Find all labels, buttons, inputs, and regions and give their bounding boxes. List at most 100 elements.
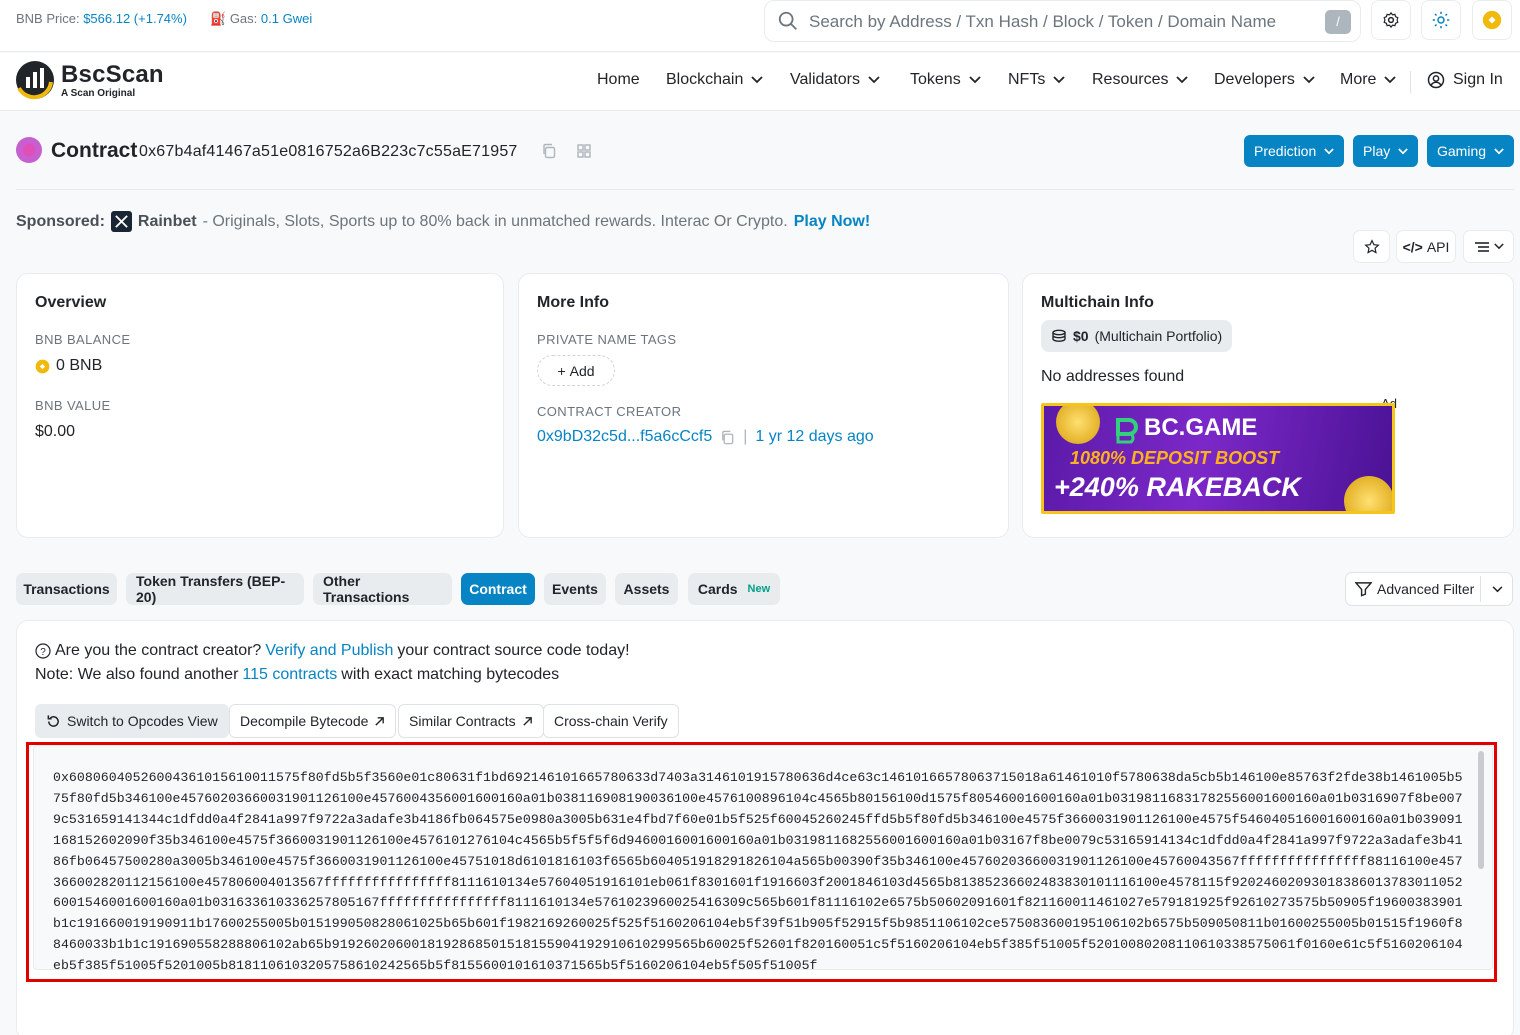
add-name-tag-button[interactable]: + Add <box>537 355 615 386</box>
multichain-portfolio-button[interactable]: $0 (Multichain Portfolio) <box>1041 320 1233 352</box>
play-button[interactable]: Play <box>1353 135 1419 167</box>
play-label: Play <box>1363 143 1391 159</box>
external-link-icon <box>375 716 385 726</box>
sponsored-banner: Sponsored: Rainbet - Originals, Slots, S… <box>16 211 870 232</box>
bscscan-logo-icon <box>16 61 54 100</box>
gas-pump-icon: ⛽ <box>210 11 227 26</box>
note-text: Note: We also found another <box>35 666 239 683</box>
bnb-value: $0.00 <box>35 423 76 440</box>
more-info-title: More Info <box>537 294 609 311</box>
bc-game-logo-icon <box>1116 418 1138 444</box>
verify-message: ? Are you the contract creator? Verify a… <box>35 642 630 660</box>
switch-to-opcodes-button[interactable]: Switch to Opcodes View <box>35 704 229 738</box>
verify-and-publish-link[interactable]: Verify and Publish <box>265 642 393 660</box>
nav-nfts[interactable]: NFTs <box>1008 71 1065 89</box>
gas-value[interactable]: 0.1 Gwei <box>261 11 312 26</box>
copy-icon[interactable] <box>720 430 735 445</box>
overview-title: Overview <box>35 294 107 311</box>
ad-line-1: 1080% DEPOSIT BOOST <box>1070 448 1280 468</box>
rainbet-logo-icon <box>110 211 132 232</box>
tab-assets[interactable]: Assets <box>615 573 678 605</box>
more-options-button[interactable] <box>1463 230 1514 263</box>
star-icon <box>1363 238 1380 254</box>
gaming-label: Gaming <box>1437 143 1487 159</box>
nav-home[interactable]: Home <box>597 71 640 89</box>
tab-contract[interactable]: Contract <box>461 573 535 605</box>
matching-contracts-link[interactable]: 115 contracts <box>242 666 337 684</box>
cross-chain-verify-button[interactable]: Cross-chain Verify <box>543 704 679 738</box>
chevron-down-icon[interactable] <box>1492 586 1503 593</box>
tab-other-transactions[interactable]: Other Transactions <box>313 573 452 605</box>
nav-blockchain-label: Blockchain <box>666 71 744 88</box>
nav-validators[interactable]: Validators <box>790 71 880 89</box>
gaming-button[interactable]: Gaming <box>1427 135 1515 167</box>
search-box: / <box>764 0 1361 42</box>
chevron-down-icon <box>1398 147 1408 154</box>
scrollbar[interactable] <box>1478 751 1484 869</box>
tab-token-transfers[interactable]: Token Transfers (BEP-20) <box>126 573 304 605</box>
tab-cards[interactable]: Cards New <box>688 573 780 605</box>
similar-contracts-button[interactable]: Similar Contracts <box>398 704 544 738</box>
api-label: API <box>1426 238 1450 255</box>
prediction-button[interactable]: Prediction <box>1244 135 1345 167</box>
bnb-price-value[interactable]: $566.12 (+1.74%) <box>83 11 187 26</box>
sponsored-label: Sponsored: <box>16 212 105 230</box>
top-bar: BNB Price: $566.12 (+1.74%) ⛽ Gas: 0.1 G… <box>0 0 1520 52</box>
brand-tagline: A Scan Original <box>61 87 136 99</box>
sponsor-brand[interactable]: Rainbet <box>138 213 197 231</box>
favorite-button[interactable] <box>1353 230 1390 263</box>
settings-button[interactable] <box>1371 0 1411 40</box>
theme-toggle-button[interactable] <box>1421 0 1461 40</box>
contract-address: 0x67b4af41467a51e0816752a6B223c7c55aE719… <box>139 143 518 160</box>
bc-game-ad-banner[interactable]: BC.GAME 1080% DEPOSIT BOOST +240% RAKEBA… <box>1041 403 1395 514</box>
filter-icon <box>1355 582 1372 597</box>
bytecode-textarea[interactable]: 0x6080604052600436101561001157​5f80fd5b5… <box>33 745 1493 970</box>
nav-developers-label: Developers <box>1214 71 1295 88</box>
sign-in-label: Sign In <box>1453 71 1503 88</box>
nav-more[interactable]: More <box>1340 71 1397 89</box>
bnb-balance: 0 BNB <box>35 357 102 375</box>
nav-tokens[interactable]: Tokens <box>910 71 981 89</box>
creator-address-link[interactable]: 0x9bD32c5d...f5a6cCcf5 <box>537 428 712 446</box>
sign-in-link[interactable]: Sign In <box>1427 71 1503 89</box>
nav-blockchain[interactable]: Blockchain <box>666 71 764 89</box>
tab-label: Contract <box>469 581 527 597</box>
switch-to-opcodes-label: Switch to Opcodes View <box>67 713 218 729</box>
question-circle-icon: ? <box>35 643 51 659</box>
coin-graphic <box>1344 476 1392 511</box>
chevron-down-icon <box>1324 147 1335 154</box>
similar-contracts-note: Note: We also found another 115 contract… <box>35 666 559 684</box>
nav-resources[interactable]: Resources <box>1092 71 1189 89</box>
play-now-link[interactable]: Play Now! <box>794 213 870 231</box>
main-navbar: BscScan A Scan Original Home Blockchain … <box>0 53 1520 111</box>
sponsor-text: - Originals, Slots, Sports up to 80% bac… <box>202 212 788 230</box>
nav-developers[interactable]: Developers <box>1214 71 1315 89</box>
bytecode-text: 0x6080604052600436101561001157​5f80fd5b5… <box>53 770 1463 970</box>
tab-events[interactable]: Events <box>544 573 606 605</box>
advanced-filter-button[interactable]: Advanced Filter <box>1345 572 1513 606</box>
ad-line-2: +240% RAKEBACK <box>1054 472 1301 502</box>
add-label: Add <box>569 362 595 379</box>
creation-tx-link[interactable]: 1 yr 12 days ago <box>755 428 873 446</box>
external-link-icon <box>522 716 532 726</box>
user-circle-icon <box>1427 71 1445 89</box>
chevron-down-icon <box>1384 76 1397 84</box>
tab-transactions[interactable]: Transactions <box>16 573 117 605</box>
nav-resources-label: Resources <box>1092 71 1169 88</box>
bnb-logo-icon <box>1482 10 1502 30</box>
network-switch-button[interactable] <box>1472 0 1512 40</box>
coin-graphic <box>1056 406 1100 444</box>
copy-icon[interactable] <box>541 143 557 159</box>
portfolio-value: $0 <box>1073 328 1089 344</box>
api-button[interactable]: </> API <box>1396 230 1456 263</box>
chevron-down-icon <box>1303 76 1315 84</box>
svg-text:?: ? <box>40 647 46 658</box>
decompile-bytecode-button[interactable]: Decompile Bytecode <box>229 704 397 738</box>
bscscan-logo[interactable]: BscScan A Scan Original <box>15 60 164 100</box>
prediction-label: Prediction <box>1254 143 1317 159</box>
no-addresses-text: No addresses found <box>1041 368 1185 385</box>
page-title: Contract <box>51 139 138 162</box>
gas-price: ⛽ Gas: 0.1 Gwei <box>210 11 312 27</box>
search-input[interactable] <box>809 9 1329 35</box>
qr-code-icon[interactable] <box>576 143 592 159</box>
